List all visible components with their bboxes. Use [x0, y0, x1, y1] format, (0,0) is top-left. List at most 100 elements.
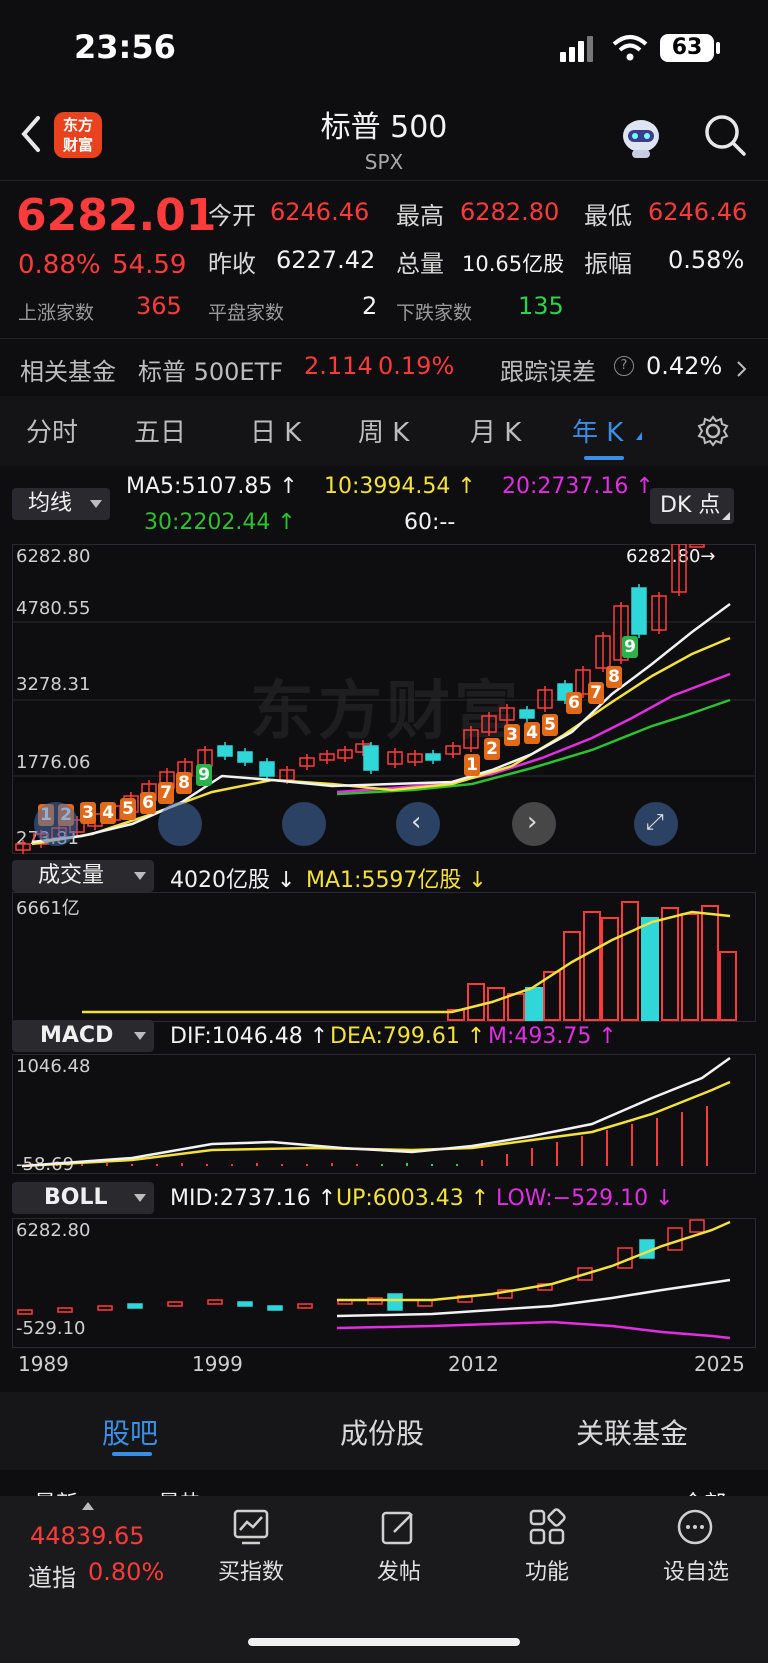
ma-selector-label: 均线	[28, 491, 73, 516]
x-axis-1989: 1989	[18, 1352, 69, 1376]
fund-change: 0.19%	[378, 352, 455, 380]
td-sequence-label: 5	[120, 798, 136, 820]
home-indicator	[248, 1638, 520, 1646]
post-icon	[381, 1511, 413, 1545]
ma10-value: 10:3994.54 ↑	[324, 474, 476, 499]
wifi-icon	[612, 35, 648, 61]
ma30-value: 30:2202.44 ↑	[144, 510, 296, 535]
ma-selector[interactable]: 均线	[12, 488, 110, 520]
settings-gear-icon[interactable]	[696, 414, 730, 448]
volume-selector[interactable]: 成交量	[12, 860, 154, 892]
macd-selector[interactable]: MACD	[12, 1020, 154, 1052]
td-sequence-label: 7	[588, 682, 604, 704]
tab-monthly-k[interactable]: 月 K	[470, 412, 521, 449]
flat-count: 2	[362, 292, 378, 320]
macd-m: M:493.75 ↑	[488, 1024, 617, 1049]
ma10-line	[31, 636, 731, 846]
tab-weekly-k[interactable]: 周 K	[358, 412, 409, 449]
td-sequence-label: 1	[464, 754, 480, 776]
scroll-prev-button[interactable]: ‹	[396, 802, 440, 846]
volume-value: 10.65亿股	[462, 252, 565, 276]
macd-dif: DIF:1046.48 ↑	[170, 1024, 329, 1049]
boll-low-line	[336, 1320, 731, 1340]
down-count-label: 下跌家数	[396, 302, 473, 324]
sub-tab-hottest[interactable]: 最热	[158, 1486, 202, 1496]
volume-selector-label: 成交量	[38, 863, 105, 888]
ma60-value: 60:--	[404, 510, 456, 535]
td-sequence-label: 4	[524, 722, 540, 744]
signal-icon	[560, 36, 600, 62]
prev-close-label: 昨收	[208, 250, 256, 278]
nav-set-watchlist[interactable]: 设自选	[646, 1554, 746, 1586]
sub-tab-all[interactable]: 全部	[682, 1486, 726, 1496]
active-tab-indicator	[584, 456, 624, 460]
tab-intraday[interactable]: 分时	[26, 412, 78, 449]
tab-yearly-k[interactable]: 年 K	[572, 412, 623, 449]
dow-index-value[interactable]: 44839.65	[30, 1522, 145, 1550]
scroll-right-button[interactable]: ›	[512, 802, 556, 846]
boll-selector-label: BOLL	[44, 1185, 108, 1210]
ma5-value: MA5:5107.85 ↑	[126, 474, 298, 499]
td-sequence-label: 7	[158, 782, 174, 804]
dk-point-button[interactable]: DK 点	[650, 488, 734, 524]
open-label: 今开	[208, 202, 256, 230]
change-amount: 54.59	[112, 250, 187, 280]
macd-selector-label: MACD	[40, 1023, 114, 1048]
zoom-out-button[interactable]	[34, 802, 78, 846]
volume-ma-line	[82, 910, 731, 1014]
dif-line	[21, 1056, 731, 1168]
up-count: 365	[136, 292, 182, 320]
fullscreen-button[interactable]: ⤢	[634, 802, 678, 846]
td-sequence-label: 8	[606, 666, 622, 688]
search-icon[interactable]	[702, 112, 748, 158]
functions-icon	[529, 1508, 566, 1545]
x-axis-1999: 1999	[192, 1352, 243, 1376]
tracking-error-label: 跟踪误差	[500, 358, 596, 386]
boll-selector[interactable]: BOLL	[12, 1182, 154, 1214]
td-sequence-label: 3	[80, 802, 96, 824]
down-count: 135	[518, 292, 564, 320]
status-time: 23:56	[74, 28, 176, 66]
nav-buy-index[interactable]: 买指数	[206, 1554, 296, 1586]
tab-related-funds[interactable]: 关联基金	[576, 1412, 688, 1452]
td-sequence-label: 6	[140, 792, 156, 814]
boll-up: UP:6003.43 ↑	[336, 1186, 490, 1211]
zoom-in-button[interactable]	[158, 802, 202, 846]
amplitude-label: 振幅	[584, 250, 632, 278]
dow-index-pct: 0.80%	[88, 1558, 165, 1586]
tab-constituents[interactable]: 成份股	[340, 1412, 424, 1452]
dea-line	[21, 1080, 731, 1168]
td-sequence-label: 9	[196, 764, 212, 786]
scroll-left-button[interactable]	[282, 802, 326, 846]
sub-tab-latest[interactable]: 最新	[34, 1486, 78, 1496]
up-count-label: 上涨家数	[18, 302, 95, 324]
low-value: 6246.46	[648, 198, 748, 226]
related-fund-row[interactable]: 相关基金 标普 500ETF 2.114 0.19% 跟踪误差 ? 0.42%	[0, 340, 768, 394]
custom-watchlist-icon	[677, 1509, 713, 1545]
current-price: 6282.01	[16, 190, 217, 241]
change-percent: 0.88%	[18, 250, 101, 280]
nav-post[interactable]: 发帖	[354, 1554, 444, 1586]
chevron-right-icon	[737, 361, 747, 377]
amplitude-value: 0.58%	[668, 246, 745, 274]
td-sequence-label: 6	[566, 692, 582, 714]
boll-low: LOW:−529.10 ↓	[496, 1186, 674, 1211]
tab-stock-bar[interactable]: 股吧	[102, 1412, 158, 1452]
robot-assistant-icon[interactable]	[618, 114, 664, 160]
tab-five-day[interactable]: 五日	[134, 412, 186, 449]
tab-daily-k[interactable]: 日 K	[250, 412, 301, 449]
battery-level: 63	[671, 35, 703, 60]
volume-current: 4020亿股 ↓	[170, 868, 296, 893]
buy-index-icon	[233, 1509, 269, 1545]
related-fund-label: 相关基金	[20, 358, 116, 386]
nav-functions[interactable]: 功能	[502, 1554, 592, 1586]
td-sequence-label: 9	[622, 636, 638, 658]
volume-label: 总量	[396, 250, 444, 278]
boll-mid: MID:2737.16 ↑	[170, 1186, 337, 1211]
volume-chart-svg	[82, 901, 737, 1021]
help-icon[interactable]: ?	[614, 356, 634, 376]
fund-price: 2.114	[304, 352, 373, 380]
td-sequence-label: 2	[484, 738, 500, 760]
volume-ma1: MA1:5597亿股 ↓	[306, 868, 487, 893]
tab-stock-bar-indicator	[112, 1452, 152, 1456]
